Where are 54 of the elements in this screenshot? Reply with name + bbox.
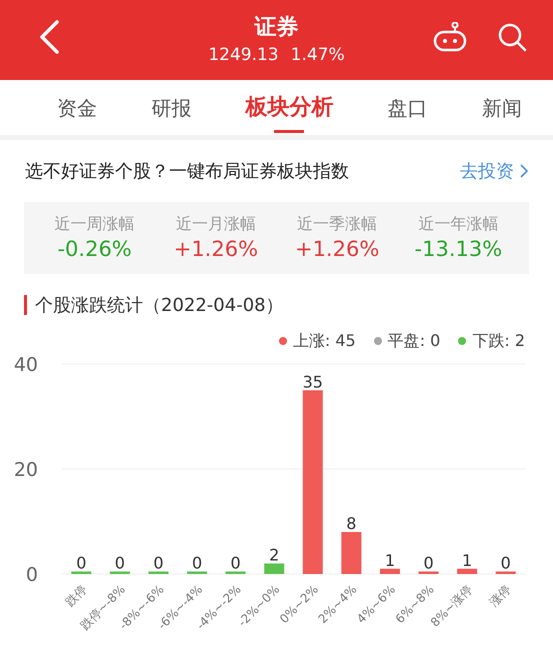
stat-value: -0.26% — [57, 236, 132, 262]
bar — [457, 568, 478, 574]
stat-value: -13.13% — [414, 236, 502, 262]
y-axis-label: 0 — [26, 564, 38, 586]
stat-label: 近一月涨幅 — [176, 214, 256, 234]
bar — [148, 572, 168, 574]
promo-text: 选不好证券个股？一键布局证券板块指数 — [25, 160, 349, 184]
y-axis-label: 40 — [14, 354, 38, 376]
legend-label: 上涨: 45 — [292, 330, 356, 352]
stat-label: 近一周涨幅 — [54, 214, 135, 234]
back-icon[interactable] — [38, 20, 60, 54]
stat-label: 近一季涨幅 — [297, 214, 378, 234]
robot-icon[interactable] — [432, 22, 468, 52]
bar — [71, 572, 92, 574]
tab[interactable]: 研报 — [147, 80, 196, 135]
index-change: 1.47% — [290, 45, 345, 66]
tab[interactable]: 板块分析 — [241, 80, 338, 135]
bar-value-label: 0 — [423, 554, 434, 572]
section-title: 个股涨跌统计（2022-04-08） — [35, 294, 284, 318]
bar-value-label: 0 — [192, 554, 202, 572]
bar — [226, 572, 246, 574]
bar-value-label: 0 — [230, 554, 241, 572]
y-axis-label: 20 — [14, 459, 38, 481]
bar-value-label: 0 — [76, 554, 86, 572]
section-marker — [24, 295, 27, 315]
bar — [187, 572, 208, 574]
bar-value-label: 8 — [346, 514, 356, 533]
bar — [264, 564, 284, 574]
tab[interactable]: 资金 — [53, 80, 102, 135]
bar — [418, 572, 439, 574]
bar — [496, 572, 516, 574]
stat-value: +1.26% — [294, 236, 380, 262]
bar — [110, 572, 130, 574]
bar-value-label: 0 — [500, 554, 511, 572]
stat-value: +1.26% — [174, 236, 258, 262]
x-axis-label: 跌停 — [62, 582, 90, 610]
bar-value-label: 35 — [302, 372, 323, 392]
bar-value-label: 0 — [153, 554, 164, 572]
bar — [341, 532, 362, 574]
legend-label: 下跌: 2 — [472, 330, 525, 352]
stat-label: 近一年涨幅 — [418, 214, 498, 234]
page-title: 证券 — [254, 14, 298, 42]
index-price: 1249.13 — [208, 45, 279, 66]
tab[interactable]: 新闻 — [478, 80, 526, 135]
bar-value-label: 1 — [384, 550, 396, 570]
tab[interactable]: 盘口 — [384, 80, 432, 135]
bar-value-label: 1 — [462, 550, 472, 570]
x-axis-label: 涨停 — [486, 582, 514, 610]
chevron-right-icon[interactable] — [520, 164, 528, 178]
bar — [380, 568, 400, 574]
bar-value-label: 2 — [269, 546, 280, 564]
search-icon[interactable] — [497, 22, 527, 52]
bar-value-label: 0 — [114, 554, 125, 572]
legend-label: 平盘: 0 — [388, 330, 440, 352]
